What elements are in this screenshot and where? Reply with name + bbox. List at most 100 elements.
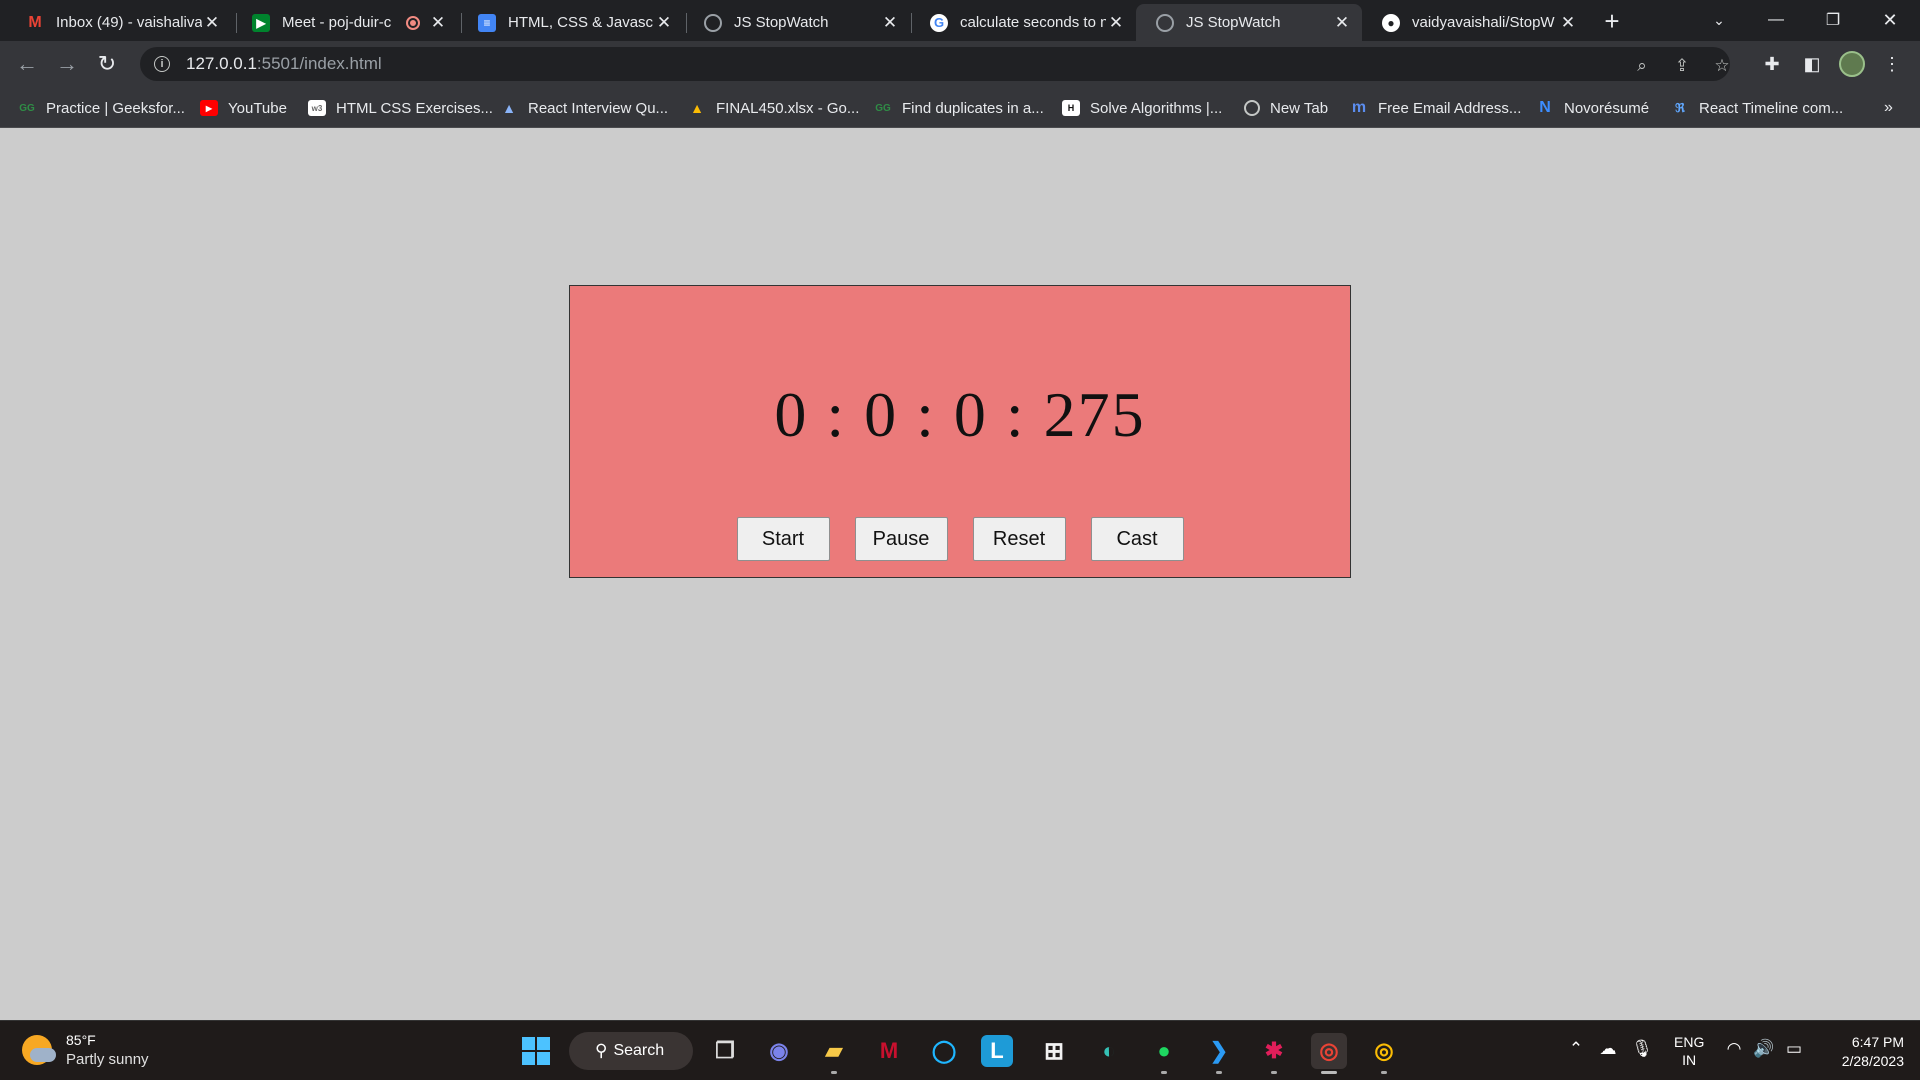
bookmark-item[interactable]: ▲ React Interview Qu...: [500, 96, 668, 120]
minimize-icon[interactable]: —: [1748, 0, 1804, 40]
close-window-icon[interactable]: ✕: [1862, 0, 1918, 40]
reload-icon[interactable]: ↻: [92, 49, 122, 79]
teams-chat-icon[interactable]: ◉: [761, 1033, 797, 1069]
spotify-icon[interactable]: ●: [1146, 1033, 1182, 1074]
microsoft-store-icon[interactable]: ⊞: [1036, 1033, 1072, 1069]
tab-title: Inbox (49) - vaishaliva: [56, 14, 202, 31]
vscode-icon[interactable]: ❯: [1201, 1033, 1237, 1074]
taskbar-search[interactable]: ⚲ Search: [569, 1032, 693, 1070]
close-icon[interactable]: ✕: [654, 13, 674, 33]
close-icon[interactable]: ✕: [1558, 13, 1578, 33]
bookmark-item[interactable]: ▶ YouTube: [200, 96, 287, 120]
tab-title: JS StopWatch: [734, 14, 829, 31]
address-bar[interactable]: i 127.0.0.1:5501/index.html ⌕ ⇪ ☆: [140, 47, 1730, 81]
weather-widget[interactable]: 85°F Partly sunny: [22, 1031, 149, 1069]
bookmark-label: Practice | Geeksfor...: [46, 99, 185, 117]
google-meet-icon: ▶: [252, 13, 270, 32]
tab-google-search[interactable]: G calculate seconds to n ✕: [910, 4, 1136, 41]
bookmark-label: Novorésumé: [1564, 99, 1650, 117]
tab-gmail[interactable]: M Inbox (49) - vaishaliva ✕: [6, 4, 232, 41]
bookmark-item[interactable]: ℜ React Timeline com...: [1671, 96, 1843, 120]
m-icon: m: [1351, 99, 1367, 116]
side-panel-icon[interactable]: ◧: [1798, 50, 1826, 78]
tab-google-meet[interactable]: ▶ Meet - poj-duir-c ✕: [232, 4, 458, 41]
google-icon: G: [930, 13, 948, 32]
site-info-icon[interactable]: i: [154, 56, 170, 72]
menu-kebab-icon[interactable]: ⋮: [1878, 50, 1906, 78]
chrome-profile-icon[interactable]: ◎: [1366, 1033, 1402, 1074]
volume-icon[interactable]: 🔊: [1752, 1039, 1776, 1059]
cortana-icon[interactable]: ◯: [926, 1033, 962, 1069]
task-view-icon[interactable]: ❐: [707, 1033, 743, 1069]
bookmark-label: Find duplicates in a...: [902, 99, 1044, 117]
new-tab-button[interactable]: +: [1597, 7, 1627, 37]
more-bookmarks-button[interactable]: »: [1884, 96, 1893, 120]
close-icon[interactable]: ✕: [428, 13, 448, 33]
bookmark-label: Solve Algorithms |...: [1090, 99, 1223, 117]
close-icon[interactable]: ✕: [880, 13, 900, 33]
taskbar: 85°F Partly sunny ⚲ Search ❐ ◉ ▰ M ◯ L ⊞…: [0, 1020, 1920, 1080]
system-clock[interactable]: 6:47 PM 2/28/2023: [1820, 1033, 1904, 1071]
bookmark-item[interactable]: GG Find duplicates in a...: [874, 96, 1044, 120]
bookmark-label: HTML CSS Exercises...: [336, 99, 493, 117]
close-icon[interactable]: ✕: [1332, 13, 1352, 33]
hackerrank-icon: H: [1062, 100, 1080, 116]
microphone-icon[interactable]: 🎙: [1630, 1039, 1654, 1059]
bookmark-item[interactable]: m Free Email Address...: [1350, 96, 1522, 120]
tab-title: JS StopWatch: [1186, 14, 1281, 31]
recording-icon: [406, 15, 420, 30]
tab-search-chevron-icon[interactable]: ⌄: [1691, 0, 1747, 40]
tab-js-stopwatch-1[interactable]: JS StopWatch ✕: [684, 4, 910, 41]
extensions-icon[interactable]: ✚: [1758, 50, 1786, 78]
slack-icon[interactable]: ✱: [1256, 1033, 1292, 1074]
reset-button[interactable]: Reset: [972, 517, 1066, 561]
url-path: :5501/index.html: [256, 54, 382, 73]
start-button[interactable]: Start: [736, 517, 830, 561]
bookmark-item[interactable]: GG Practice | Geeksfor...: [18, 96, 185, 120]
react-timeline-icon: ℜ: [1675, 101, 1685, 115]
mcafee-icon[interactable]: M: [871, 1033, 907, 1069]
chrome-icon[interactable]: ◎: [1311, 1033, 1347, 1074]
wifi-icon[interactable]: ◠: [1722, 1039, 1746, 1059]
globe-icon: [704, 13, 722, 32]
google-drive-icon: ▲: [690, 100, 704, 116]
bookmark-item[interactable]: New Tab: [1244, 96, 1328, 120]
bookmark-item[interactable]: N Novorésumé: [1536, 96, 1649, 120]
back-icon[interactable]: ←: [12, 49, 42, 79]
zoom-icon[interactable]: ⌕: [1631, 55, 1653, 77]
bookmark-label: YouTube: [228, 99, 287, 117]
bookmark-item[interactable]: H Solve Algorithms |...: [1062, 96, 1222, 120]
show-hidden-icons-chevron-icon[interactable]: ⌃: [1564, 1039, 1588, 1059]
partly-sunny-icon: [22, 1035, 56, 1065]
tab-js-stopwatch-active[interactable]: JS StopWatch ✕: [1136, 4, 1362, 41]
file-explorer-icon[interactable]: ▰: [816, 1033, 852, 1074]
restore-icon[interactable]: ❐: [1805, 0, 1861, 40]
edge-icon[interactable]: ◐: [1091, 1033, 1127, 1069]
bookmark-label: New Tab: [1270, 99, 1329, 117]
tab-github[interactable]: ● vaidyavaishali/StopW ✕: [1362, 4, 1588, 41]
bookmarks-bar: GG Practice | Geeksfor... ▶ YouTube w3 H…: [0, 87, 1920, 128]
lang-line2: IN: [1682, 1052, 1697, 1068]
tab-google-docs[interactable]: ≡ HTML, CSS & Javascri ✕: [458, 4, 684, 41]
close-icon[interactable]: ✕: [1106, 13, 1126, 33]
bookmark-star-icon[interactable]: ☆: [1711, 55, 1733, 77]
browser-toolbar: ← → ↻ i 127.0.0.1:5501/index.html ⌕ ⇪ ☆ …: [0, 41, 1920, 87]
language-indicator[interactable]: ENG IN: [1674, 1033, 1704, 1069]
close-icon[interactable]: ✕: [202, 13, 222, 33]
battery-icon[interactable]: ▭: [1782, 1039, 1806, 1059]
mountain-icon: ▲: [502, 100, 516, 116]
forward-icon[interactable]: →: [52, 49, 82, 79]
onedrive-icon[interactable]: ☁: [1596, 1039, 1620, 1059]
github-icon: ●: [1382, 13, 1400, 32]
cast-button[interactable]: Cast: [1090, 517, 1184, 561]
pause-button[interactable]: Pause: [854, 517, 948, 561]
share-icon[interactable]: ⇪: [1671, 55, 1693, 77]
l-app-icon[interactable]: L: [981, 1035, 1013, 1067]
bookmark-item[interactable]: w3 HTML CSS Exercises...: [308, 96, 493, 120]
geeksforgeeks-icon: GG: [19, 102, 35, 114]
novoresume-icon: N: [1539, 99, 1551, 116]
avatar[interactable]: [1838, 50, 1866, 78]
windows-start-icon[interactable]: [518, 1033, 554, 1069]
bookmark-item[interactable]: ▲ FINAL450.xlsx - Go...: [688, 96, 859, 120]
tab-title: vaidyavaishali/StopW: [1412, 14, 1555, 31]
